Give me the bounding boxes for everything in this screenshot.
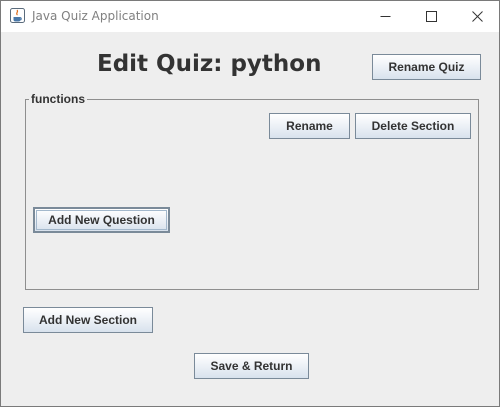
content-pane: Edit Quiz: python Rename Quiz functions … [1, 32, 499, 406]
rename-section-button[interactable]: Rename [269, 113, 350, 139]
add-section-button[interactable]: Add New Section [23, 307, 153, 333]
minimize-icon [380, 16, 390, 17]
maximize-icon [425, 11, 437, 22]
app-window: Java Quiz Application Edit Quiz: python … [0, 0, 500, 407]
save-return-button[interactable]: Save & Return [194, 353, 309, 379]
window-title: Java Quiz Application [32, 9, 159, 23]
rename-quiz-button[interactable]: Rename Quiz [372, 54, 481, 80]
close-icon [471, 11, 483, 22]
minimize-button[interactable] [362, 1, 408, 32]
section-title: functions [29, 92, 87, 106]
maximize-button[interactable] [408, 1, 454, 32]
java-app-icon [10, 8, 25, 23]
page-title: Edit Quiz: python [97, 51, 322, 77]
close-button[interactable] [454, 1, 500, 32]
delete-section-button[interactable]: Delete Section [355, 113, 471, 139]
title-bar[interactable]: Java Quiz Application [1, 1, 499, 32]
add-question-button[interactable]: Add New Question [33, 207, 170, 233]
